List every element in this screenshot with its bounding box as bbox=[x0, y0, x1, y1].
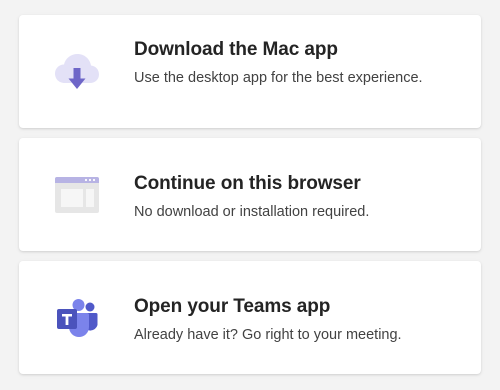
teams-logo-icon bbox=[52, 293, 102, 343]
download-mac-app-option[interactable]: Download the Mac app Use the desktop app… bbox=[19, 15, 481, 128]
option-subtitle: No download or installation required. bbox=[134, 204, 370, 220]
cloud-download-icon bbox=[52, 47, 102, 97]
option-subtitle: Already have it? Go right to your meetin… bbox=[134, 327, 402, 343]
option-subtitle: Use the desktop app for the best experie… bbox=[134, 70, 423, 86]
continue-in-browser-option[interactable]: Continue on this browser No download or … bbox=[19, 138, 481, 251]
browser-window-icon bbox=[52, 170, 102, 220]
join-options-panel: Download the Mac app Use the desktop app… bbox=[0, 0, 500, 390]
option-text: Open your Teams app Already have it? Go … bbox=[134, 294, 461, 346]
option-title: Open your Teams app bbox=[134, 296, 331, 317]
option-text: Continue on this browser No download or … bbox=[134, 171, 461, 223]
option-title: Continue on this browser bbox=[134, 173, 361, 194]
option-text: Download the Mac app Use the desktop app… bbox=[134, 37, 461, 89]
option-title: Download the Mac app bbox=[134, 39, 338, 60]
open-teams-app-option[interactable]: Open your Teams app Already have it? Go … bbox=[19, 261, 481, 374]
